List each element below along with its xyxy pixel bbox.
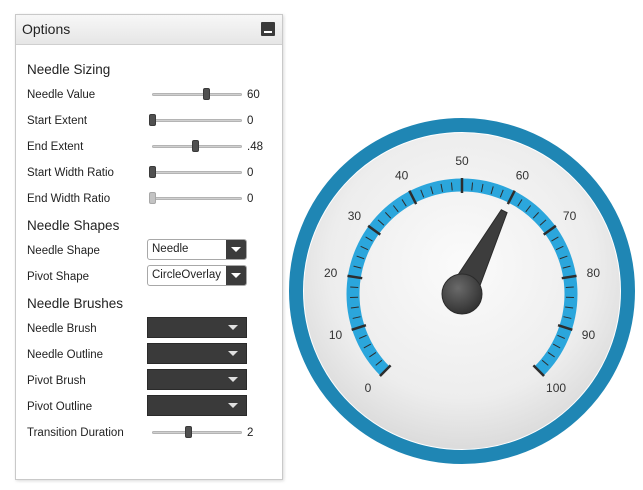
transition-duration-slider[interactable] [152,426,242,438]
gauge-minor-tick [565,286,574,288]
needle-value-label: Needle Value [27,89,96,101]
gauge-label: 0 [365,381,372,395]
start-width-ratio-slider[interactable] [149,166,242,178]
chevron-down-icon [231,273,241,278]
gauge-pivot [441,273,483,315]
options-panel: Options Needle Sizing Needle Value 60 St… [15,14,283,480]
chevron-down-icon [228,403,238,408]
end-width-ratio-label: End Width Ratio [27,193,111,205]
end-width-ratio-readout: 0 [247,193,254,205]
gauge-label: 20 [324,266,338,280]
end-extent-slider[interactable] [152,140,242,152]
needle-value-slider-thumb[interactable] [203,88,210,100]
section-needle-shapes: Needle Shapes [27,218,120,233]
transition-duration-label: Transition Duration [27,427,124,439]
gauge-label: 10 [329,328,343,342]
end-extent-readout: .48 [247,141,263,153]
needle-shape-selected: Needle [152,243,189,255]
options-panel-title: Options [22,21,71,37]
start-width-ratio-readout: 0 [247,167,254,179]
transition-duration-slider-thumb[interactable] [185,426,192,438]
section-needle-brushes: Needle Brushes [27,296,124,311]
gauge-label: 40 [395,168,409,182]
start-extent-readout: 0 [247,115,254,127]
chevron-down-icon [228,325,238,330]
start-width-ratio-slider-track [152,171,242,174]
chevron-down-icon [231,247,241,252]
gauge-label: 80 [587,266,601,280]
gauge-label: 100 [546,381,566,395]
section-needle-sizing: Needle Sizing [27,62,111,77]
chevron-down-icon [228,377,238,382]
options-panel-header: Options [16,15,282,45]
transition-duration-slider-track [152,431,242,434]
needle-value-slider-track [152,93,242,96]
end-extent-label: End Extent [27,141,84,153]
pivot-outline-label: Pivot Outline [27,401,93,413]
needle-value-slider[interactable] [152,88,242,100]
gauge-label: 70 [563,209,577,223]
pivot-shape-label: Pivot Shape [27,271,90,283]
gauge-label: 30 [348,209,362,223]
minimize-icon[interactable] [261,22,275,36]
needle-brush-label: Needle Brush [27,323,97,335]
needle-shape-dropdown[interactable]: Needle [147,239,247,260]
start-extent-slider-thumb[interactable] [149,114,156,126]
pivot-brush-label: Pivot Brush [27,375,86,387]
start-extent-slider[interactable] [149,114,242,126]
end-width-ratio-slider-track [152,197,242,200]
end-width-ratio-slider[interactable] [149,192,242,204]
needle-brush-picker[interactable] [147,317,247,338]
needle-outline-label: Needle Outline [27,349,104,361]
end-width-ratio-slider-thumb[interactable] [149,192,156,204]
gauge-minor-tick [350,286,359,288]
end-extent-slider-thumb[interactable] [192,140,200,152]
pivot-outline-picker[interactable] [147,395,247,416]
start-width-ratio-label: Start Width Ratio [27,167,114,179]
needle-shape-label: Needle Shape [27,245,100,257]
gauge-label: 60 [516,168,530,182]
pivot-brush-picker[interactable] [147,369,247,390]
needle-outline-picker[interactable] [147,343,247,364]
pivot-shape-dropdown[interactable]: CircleOverlay [147,265,247,286]
gauge-label: 50 [455,154,469,168]
gauge-label: 90 [582,328,596,342]
pivot-shape-selected: CircleOverlay [152,269,222,281]
needle-value-readout: 60 [247,89,260,101]
start-extent-label: Start Extent [27,115,88,127]
chevron-down-icon [228,351,238,356]
transition-duration-readout: 2 [247,427,254,439]
start-width-ratio-slider-thumb[interactable] [149,166,156,178]
start-extent-slider-track [152,119,242,122]
radial-gauge: 0 10 20 30 40 50 60 70 80 90 100 [289,118,635,464]
